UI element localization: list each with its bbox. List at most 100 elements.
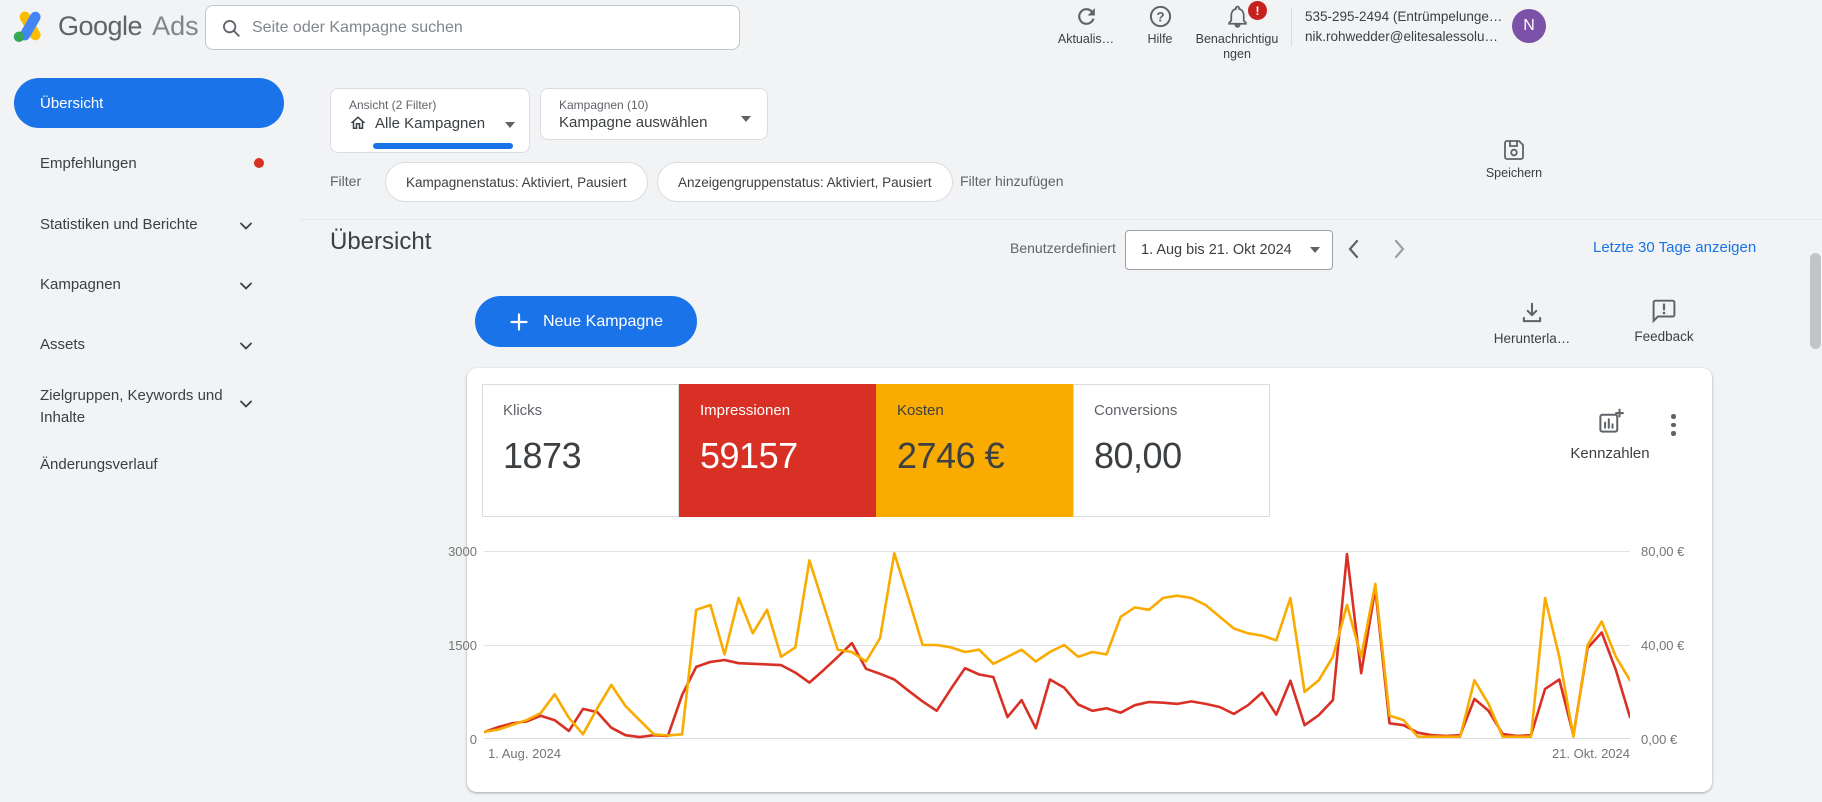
y-right-tick-40: 40,00 € xyxy=(1641,638,1685,653)
chevron-down-icon[interactable] xyxy=(238,396,254,412)
chart-plot-area xyxy=(482,551,1632,739)
page-title: Übersicht xyxy=(330,228,432,255)
metric-label: Klicks xyxy=(503,402,543,419)
metric-card-klicks[interactable]: Klicks 1873 xyxy=(482,384,679,517)
avatar-initial: N xyxy=(1523,17,1535,34)
filter-chip-adgroup-status[interactable]: Anzeigengruppenstatus: Aktiviert, Pausie… xyxy=(657,162,953,202)
y-left-tick-3000: 3000 xyxy=(448,544,477,559)
account-email: nik.rohwedder@elitesalessolu… xyxy=(1305,28,1499,44)
help-icon: ? xyxy=(1149,5,1171,28)
date-prev-button[interactable] xyxy=(1345,238,1365,260)
google-ads-app: Google Ads Aktualis… ? Hilfe ! Benachric… xyxy=(0,0,1822,802)
page-scrollbar[interactable] xyxy=(1810,253,1821,349)
section-divider xyxy=(300,219,1822,220)
sidebar-item-label: Kampagnen xyxy=(40,276,121,293)
google-ads-logo-icon xyxy=(13,11,41,43)
sidebar-item-uebersicht[interactable]: Übersicht xyxy=(14,78,284,128)
search-icon xyxy=(223,19,240,37)
sidebar-item-zielgruppen[interactable]: Zielgruppen, Keywords und Inhalte xyxy=(40,385,230,429)
bell-icon xyxy=(1227,5,1247,28)
chip-label: Kampagnenstatus: Aktiviert, Pausiert xyxy=(406,174,627,190)
x-axis-end-label: 21. Okt. 2024 xyxy=(1551,746,1630,761)
chart-menu-button[interactable] xyxy=(1667,410,1680,440)
notifications-button[interactable]: ! Benachrichtigungen xyxy=(1189,1,1285,62)
refresh-icon xyxy=(1077,8,1095,25)
y-left-tick-0: 0 xyxy=(469,732,477,747)
save-label: Speichern xyxy=(1485,166,1543,180)
sidebar-item-empfehlungen[interactable]: Empfehlungen xyxy=(40,155,270,172)
sidebar-item-statistiken[interactable]: Statistiken und Berichte xyxy=(40,216,270,233)
feedback-label: Feedback xyxy=(1634,329,1694,344)
last-30-days-link[interactable]: Letzte 30 Tage anzeigen xyxy=(1593,239,1756,256)
metric-value: 1873 xyxy=(503,435,582,476)
metric-card-impressionen[interactable]: Impressionen 59157 xyxy=(679,384,876,517)
caret-down-icon xyxy=(1310,247,1320,253)
new-campaign-label: Neue Kampagne xyxy=(542,312,664,330)
download-button[interactable]: Herunterla… xyxy=(1482,300,1582,346)
avatar[interactable]: N xyxy=(1512,9,1546,43)
new-campaign-button[interactable]: Neue Kampagne xyxy=(475,296,697,347)
y-left-tick-1500: 1500 xyxy=(448,638,477,653)
metrics-picker-button[interactable]: Kennzahlen xyxy=(1555,408,1665,462)
feedback-button[interactable]: Feedback xyxy=(1614,298,1714,344)
download-icon xyxy=(1522,302,1542,323)
date-range-picker[interactable]: 1. Aug bis 21. Okt 2024 xyxy=(1125,230,1333,270)
campaign-dropdown[interactable]: Kampagnen (10) Kampagne auswählen xyxy=(540,88,768,140)
campaign-dropdown-value: Kampagne auswählen xyxy=(559,114,708,131)
metric-value: 59157 xyxy=(700,435,798,476)
help-label: Hilfe xyxy=(1147,32,1173,46)
home-icon xyxy=(350,116,366,129)
chevron-down-icon[interactable] xyxy=(238,218,254,234)
date-next-button[interactable] xyxy=(1388,238,1408,260)
logo-text-ads: Ads xyxy=(152,10,199,41)
sidebar-item-label: Übersicht xyxy=(40,94,104,112)
bar-chart-plus-icon xyxy=(1598,408,1624,433)
plus-icon xyxy=(510,312,528,331)
add-filter-button[interactable]: Filter hinzufügen xyxy=(960,173,1064,189)
sidebar-item-assets[interactable]: Assets xyxy=(40,336,270,353)
sidebar-item-label: Empfehlungen xyxy=(40,155,137,172)
notifications-label: Benachrichtigungen xyxy=(1195,32,1279,61)
svg-text:?: ? xyxy=(1156,9,1164,24)
google-ads-logo: Google Ads xyxy=(12,8,199,44)
search-input[interactable] xyxy=(252,18,725,37)
sidebar-item-label: Änderungsverlauf xyxy=(40,456,158,473)
metric-value: 80,00 xyxy=(1094,435,1182,476)
metric-label: Kosten xyxy=(897,402,944,419)
save-icon xyxy=(1504,140,1524,160)
date-range-value: 1. Aug bis 21. Okt 2024 xyxy=(1141,242,1292,258)
sidebar-item-label: Statistiken und Berichte xyxy=(40,216,198,233)
logo-text-google: Google xyxy=(58,10,143,41)
sidebar-item-label: Assets xyxy=(40,336,86,353)
view-dropdown[interactable]: Ansicht (2 Filter) Alle Kampagnen xyxy=(330,88,530,153)
campaign-dropdown-label: Kampagnen (10) xyxy=(559,98,649,112)
chevron-down-icon[interactable] xyxy=(238,338,254,354)
save-button[interactable]: Speichern xyxy=(1478,138,1550,180)
recommendations-dot-icon xyxy=(254,158,264,168)
feedback-icon xyxy=(1652,299,1676,324)
metric-label: Conversions xyxy=(1094,402,1178,419)
metrics-picker-label: Kennzahlen xyxy=(1570,445,1650,462)
account-info[interactable]: 535-295-2494 (Entrümpelunge… nik.rohwedd… xyxy=(1305,7,1502,46)
download-label: Herunterla… xyxy=(1493,331,1571,346)
y-right-tick-80: 80,00 € xyxy=(1641,544,1685,559)
filter-label: Filter xyxy=(330,173,362,189)
sidebar-item-label: Zielgruppen, Keywords und Inhalte xyxy=(40,387,223,426)
topbar-divider xyxy=(1291,8,1292,46)
metric-card-conversions[interactable]: Conversions 80,00 xyxy=(1073,384,1270,517)
overview-chart-card: Klicks 1873 Impressionen 59157 Kosten 27… xyxy=(448,368,1712,792)
filter-chip-campaign-status[interactable]: Kampagnenstatus: Aktiviert, Pausiert xyxy=(385,162,648,202)
view-dropdown-label: Ansicht (2 Filter) xyxy=(349,98,437,112)
global-search[interactable] xyxy=(205,5,740,50)
sidebar-item-kampagnen[interactable]: Kampagnen xyxy=(40,276,270,293)
active-view-underline xyxy=(373,143,513,149)
chevron-down-icon[interactable] xyxy=(238,278,254,294)
x-axis-start-label: 1. Aug. 2024 xyxy=(488,746,562,761)
refresh-label: Aktualis… xyxy=(1057,32,1115,46)
notification-badge: ! xyxy=(1248,1,1267,20)
sidebar-item-aenderungsverlauf[interactable]: Änderungsverlauf xyxy=(40,456,270,473)
metric-card-kosten[interactable]: Kosten 2746 € xyxy=(876,384,1073,517)
metric-label: Impressionen xyxy=(700,402,791,419)
date-mode-label: Benutzerdefiniert xyxy=(1010,240,1116,256)
caret-down-icon xyxy=(741,116,751,122)
